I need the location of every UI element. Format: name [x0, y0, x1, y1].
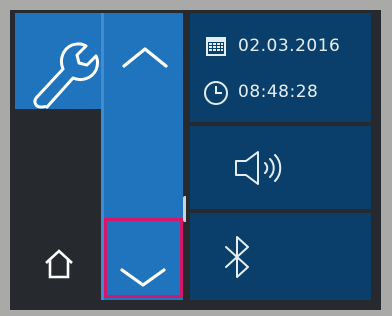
- home-icon: [45, 249, 73, 279]
- bluetooth-button[interactable]: [190, 213, 371, 300]
- time-text: 08:48:28: [238, 82, 319, 102]
- clock-icon: [204, 81, 228, 105]
- datetime-tile: 02.03.2016 08:48:28: [190, 13, 371, 122]
- wrench-icon: [33, 42, 99, 109]
- chevron-up-icon[interactable]: [120, 44, 170, 70]
- speaker-icon: [235, 151, 282, 185]
- calendar-icon: [206, 37, 226, 56]
- settings-button[interactable]: [15, 13, 101, 109]
- chevron-down-icon[interactable]: [118, 266, 168, 288]
- sound-button[interactable]: [190, 126, 371, 209]
- home-button[interactable]: [15, 109, 101, 300]
- bluetooth-icon: [225, 236, 249, 278]
- date-text: 02.03.2016: [238, 36, 341, 56]
